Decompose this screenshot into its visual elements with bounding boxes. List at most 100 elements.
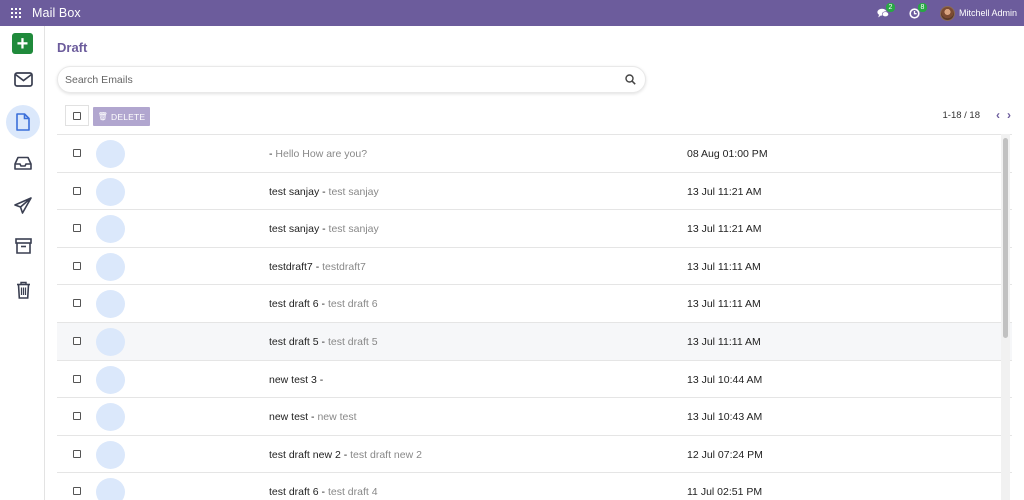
email-date: 13 Jul 11:11 AM: [687, 260, 761, 273]
email-preview: test sanjay: [328, 223, 379, 236]
email-list: - Hello How are you? 08 Aug 01:00 PM test …: [57, 134, 1012, 500]
email-subject: test draft new 2: [269, 448, 341, 461]
top-navbar: Mail Box 2 8 Mitchell Admin: [0, 0, 1024, 26]
email-row[interactable]: testdraft7 - testdraft7 13 Jul 11:11 AM: [57, 247, 1012, 286]
email-subject-line[interactable]: test sanjay - test sanjay: [269, 223, 379, 235]
email-date: 11 Jul 02:51 PM: [687, 486, 763, 499]
row-checkbox[interactable]: [73, 299, 81, 308]
avatar: [96, 365, 125, 394]
email-preview: test draft new 2: [350, 448, 422, 461]
email-subject: test draft 5: [269, 335, 319, 348]
list-scrollbar[interactable]: [1001, 134, 1010, 500]
row-checkbox[interactable]: [73, 261, 81, 270]
email-subject-line[interactable]: test draft 6 - test draft 6: [269, 298, 378, 310]
envelope-icon: [13, 71, 33, 87]
email-subject: test draft 6: [269, 486, 319, 499]
email-subject-line[interactable]: test draft 5 - test draft 5: [269, 336, 378, 348]
avatar: [96, 403, 125, 432]
email-date: 13 Jul 10:43 AM: [687, 411, 763, 424]
sidebar-item-archive[interactable]: [6, 229, 40, 263]
subject-separator: -: [319, 223, 329, 236]
email-row[interactable]: test draft 5 - test draft 5 13 Jul 11:11 …: [57, 322, 1012, 361]
email-row[interactable]: test draft 6 - test draft 4 11 Jul 02:51 …: [57, 473, 1012, 500]
subject-separator: -: [318, 298, 328, 311]
subject-separator: -: [318, 335, 328, 348]
email-preview: testdraft7: [322, 260, 366, 273]
email-subject: test draft 6: [269, 298, 319, 311]
app-title[interactable]: Mail Box: [32, 6, 81, 20]
row-checkbox[interactable]: [73, 186, 81, 195]
scrollbar-thumb[interactable]: [1003, 138, 1008, 338]
email-row[interactable]: new test - new test 13 Jul 10:43 AM: [57, 398, 1012, 436]
email-date: 13 Jul 11:21 AM: [687, 185, 762, 198]
sidebar-item-drafts[interactable]: [6, 105, 40, 139]
email-preview: test draft 4: [327, 486, 378, 499]
email-preview: test draft 5: [327, 335, 378, 348]
subject-separator: -: [319, 185, 329, 198]
email-subject-line[interactable]: new test 3 -: [269, 374, 323, 386]
sidebar-item-sent[interactable]: [6, 188, 40, 222]
email-subject: new test 3: [269, 373, 317, 386]
row-checkbox[interactable]: [73, 449, 81, 458]
row-checkbox[interactable]: [73, 412, 81, 421]
subject-separator: -: [318, 486, 328, 499]
email-row[interactable]: test draft 6 - test draft 6 13 Jul 11:11 …: [57, 285, 1012, 323]
email-subject: new test: [269, 411, 309, 424]
mail-sidebar: +: [0, 26, 45, 500]
email-subject-line[interactable]: test draft new 2 - test draft new 2: [269, 449, 422, 461]
email-subject-line[interactable]: new test - new test: [269, 411, 357, 423]
chevron-right-icon[interactable]: ›: [1007, 109, 1011, 121]
email-subject-line[interactable]: test draft 6 - test draft 4: [269, 486, 378, 498]
email-preview: test draft 6: [327, 298, 378, 311]
sidebar-item-trash[interactable]: [6, 273, 40, 307]
delete-label: DELETE: [111, 111, 146, 122]
archive-icon: [14, 238, 32, 254]
email-preview: test sanjay: [328, 185, 379, 198]
sidebar-item-received[interactable]: [6, 146, 40, 180]
search-input[interactable]: [65, 72, 605, 88]
activity-badge: 8: [917, 2, 927, 12]
compose-button[interactable]: +: [12, 33, 33, 54]
pager-value[interactable]: 1-18 / 18: [943, 110, 981, 121]
email-date: 13 Jul 10:44 AM: [687, 373, 763, 386]
row-checkbox[interactable]: [73, 487, 81, 496]
email-subject: testdraft7: [269, 260, 313, 273]
app-grid-icon[interactable]: [11, 8, 21, 18]
row-checkbox[interactable]: [73, 149, 81, 157]
delete-button[interactable]: 🗑 DELETE: [93, 107, 150, 126]
email-subject-line[interactable]: - Hello How are you?: [269, 148, 367, 160]
paper-plane-icon: [14, 196, 32, 214]
inbox-tray-icon: [14, 156, 32, 170]
email-row[interactable]: test draft new 2 - test draft new 2 12 Ju…: [57, 435, 1012, 474]
email-row[interactable]: new test 3 - 13 Jul 10:44 AM: [57, 360, 1012, 399]
email-row[interactable]: - Hello How are you? 08 Aug 01:00 PM: [57, 135, 1012, 173]
email-row[interactable]: test sanjay - test sanjay 13 Jul 11:21 AM: [57, 210, 1012, 248]
messages-menu[interactable]: 2: [877, 3, 895, 18]
trash-icon: [16, 281, 30, 299]
avatar: [96, 252, 125, 281]
search-icon[interactable]: [625, 74, 636, 85]
email-date: 13 Jul 11:11 AM: [687, 298, 761, 311]
user-avatar[interactable]: [939, 5, 955, 21]
email-date: 13 Jul 11:11 AM: [687, 335, 761, 348]
systray: 2 8 Mitchell Admin: [877, 0, 1024, 26]
row-checkbox[interactable]: [73, 336, 81, 345]
select-all-checkbox[interactable]: [73, 111, 81, 120]
search-bar: [57, 66, 646, 93]
user-name[interactable]: Mitchell Admin: [959, 8, 1017, 18]
email-subject-line[interactable]: testdraft7 - testdraft7: [269, 261, 366, 273]
activity-menu[interactable]: 8: [909, 2, 927, 19]
sidebar-item-inbox[interactable]: [6, 62, 40, 96]
messages-badge: 2: [885, 3, 895, 12]
subject-separator: -: [340, 448, 351, 461]
avatar: [96, 215, 125, 244]
email-date: 08 Aug 01:00 PM: [687, 148, 768, 160]
row-checkbox[interactable]: [73, 374, 81, 383]
email-subject: test sanjay: [269, 223, 320, 236]
chevron-left-icon[interactable]: ‹: [996, 109, 1000, 121]
email-subject-line[interactable]: test sanjay - test sanjay: [269, 186, 379, 198]
avatar: [96, 478, 125, 500]
row-checkbox[interactable]: [73, 224, 81, 233]
email-row[interactable]: test sanjay - test sanjay 13 Jul 11:21 AM: [57, 172, 1012, 211]
subject-separator: -: [312, 260, 323, 273]
